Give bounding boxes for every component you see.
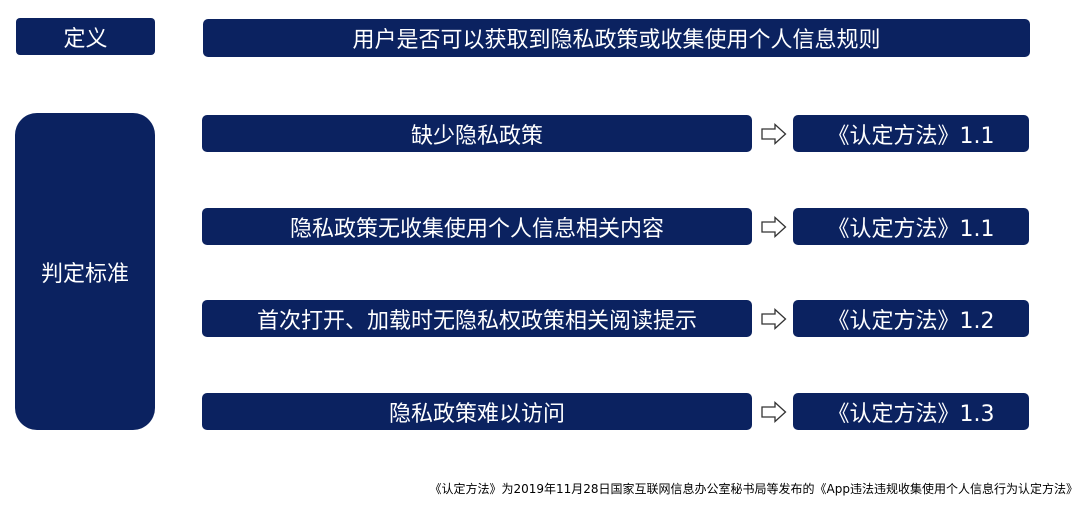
right-arrow-icon bbox=[761, 123, 787, 145]
definition-label: 定义 bbox=[16, 18, 155, 55]
definition-text: 用户是否可以获取到隐私政策或收集使用个人信息规则 bbox=[203, 19, 1030, 57]
criterion-4-reference: 《认定方法》1.3 bbox=[793, 393, 1029, 430]
criterion-3: 首次打开、加载时无隐私权政策相关阅读提示 bbox=[202, 300, 752, 337]
criterion-1: 缺少隐私政策 bbox=[202, 115, 752, 152]
right-arrow-icon bbox=[761, 216, 787, 238]
criterion-2-reference: 《认定方法》1.1 bbox=[793, 208, 1029, 245]
criterion-2: 隐私政策无收集使用个人信息相关内容 bbox=[202, 208, 752, 245]
footnote: 《认定方法》为2019年11月28日国家互联网信息办公室秘书局等发布的《App违… bbox=[429, 482, 1078, 496]
criterion-1-reference: 《认定方法》1.1 bbox=[793, 115, 1029, 152]
right-arrow-icon bbox=[761, 401, 787, 423]
criterion-3-reference: 《认定方法》1.2 bbox=[793, 300, 1029, 337]
criteria-label: 判定标准 bbox=[15, 113, 155, 430]
criterion-4: 隐私政策难以访问 bbox=[202, 393, 752, 430]
right-arrow-icon bbox=[761, 308, 787, 330]
